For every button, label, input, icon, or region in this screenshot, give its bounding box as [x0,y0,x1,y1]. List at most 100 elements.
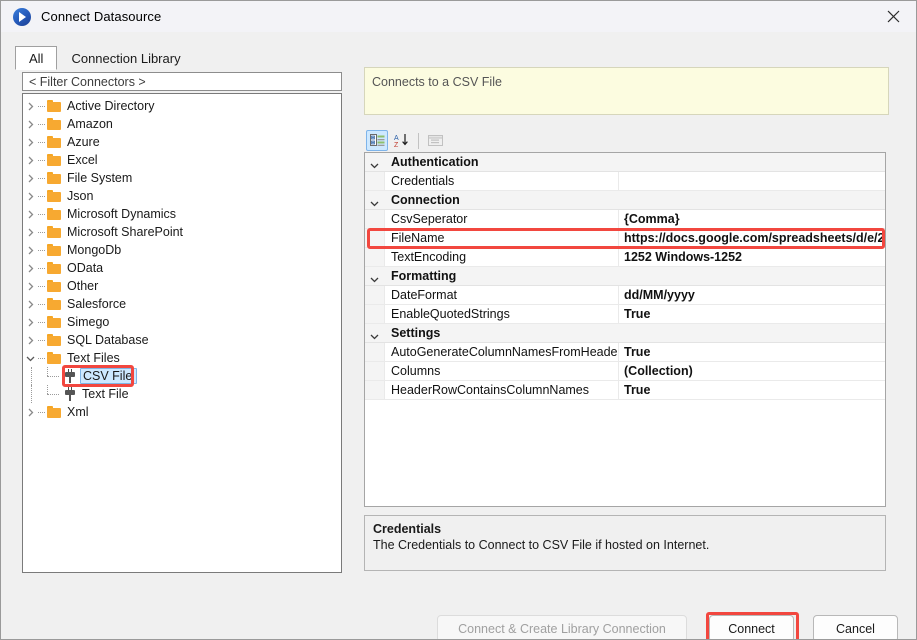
dialog-client-area: All Connection Library < Filter Connecto… [1,32,916,639]
property-name: Columns [385,362,619,380]
tree-node-other[interactable]: Other [23,277,341,295]
chevron-right-icon[interactable] [23,223,38,241]
property-row-dateformat[interactable]: DateFormat dd/MM/yyyy [365,286,885,305]
connect-and-create-library-connection-button[interactable]: Connect & Create Library Connection [437,615,687,639]
folder-icon [47,136,62,148]
chevron-right-icon[interactable] [23,259,38,277]
chevron-right-icon[interactable] [23,115,38,133]
connector-tree[interactable]: Active Directory Amazon Azure Excel File Sys… [22,93,342,573]
tree-node-xml[interactable]: Xml [23,403,341,421]
chevron-right-icon[interactable] [23,205,38,223]
tree-connector-line [38,223,47,241]
chevron-right-icon[interactable] [23,169,38,187]
folder-icon [47,100,62,112]
tree-node-mongodb[interactable]: MongoDb [23,241,341,259]
toolbar-separator [418,132,419,149]
property-grid[interactable]: Authentication Credentials Connection CsvSe… [364,152,886,507]
tree-node-label: SQL Database [67,333,149,347]
tree-node-label: Microsoft Dynamics [67,207,177,221]
tree-node-file-system[interactable]: File System [23,169,341,187]
tree-node-simego[interactable]: Simego [23,313,341,331]
tree-node-microsoft-sharepoint[interactable]: Microsoft SharePoint [23,223,341,241]
chevron-right-icon[interactable] [23,97,38,115]
tree-node-excel[interactable]: Excel [23,151,341,169]
tree-connector-line [38,277,47,295]
property-name: Credentials [385,172,619,190]
property-value[interactable]: (Collection) [619,362,885,380]
categorized-view-button[interactable] [366,130,388,151]
category-name: Settings [391,326,441,340]
folder-icon [47,262,62,274]
tree-node-active-directory[interactable]: Active Directory [23,97,341,115]
tree-node-salesforce[interactable]: Salesforce [23,295,341,313]
property-row-enablequotedstrings[interactable]: EnableQuotedStrings True [365,305,885,324]
property-row-headerrowcontainscolumnnames[interactable]: HeaderRowContainsColumnNames True [365,381,885,400]
property-value[interactable]: 1252 Windows-1252 [619,248,885,266]
chevron-right-icon[interactable] [23,295,38,313]
property-row-textencoding[interactable]: TextEncoding 1252 Windows-1252 [365,248,885,267]
tree-node-label: Azure [67,135,100,149]
property-row-credentials[interactable]: Credentials [365,172,885,191]
cancel-button[interactable]: Cancel [813,615,898,639]
connect-button[interactable]: Connect [706,612,799,639]
tree-node-sql-database[interactable]: SQL Database [23,331,341,349]
tree-node-label: Other [67,279,99,293]
tab-connection-library[interactable]: Connection Library [57,46,194,70]
svg-text:A: A [394,135,399,142]
tree-connector-line [38,331,47,349]
chevron-right-icon[interactable] [23,313,38,331]
property-category-formatting[interactable]: Formatting [365,267,885,286]
property-name: TextEncoding [385,248,619,266]
tree-node-json[interactable]: Json [23,187,341,205]
property-pages-button[interactable] [424,130,446,151]
tree-node-odata[interactable]: OData [23,259,341,277]
chevron-right-icon[interactable] [23,187,38,205]
folder-icon [47,208,62,220]
property-row-filename[interactable]: FileName https://docs.google.com/spreadsh… [365,228,885,249]
category-expander[interactable] [365,324,385,342]
category-expander[interactable] [365,191,385,209]
folder-icon [47,226,62,238]
chevron-right-icon[interactable] [23,403,38,421]
filter-connectors-input[interactable]: < Filter Connectors > [22,72,342,91]
property-category-authentication[interactable]: Authentication [365,153,885,172]
tree-node-csv-file[interactable]: CSV File [23,365,341,387]
chevron-right-icon[interactable] [23,331,38,349]
property-value[interactable] [619,172,885,190]
chevron-right-icon[interactable] [23,277,38,295]
tree-node-microsoft-dynamics[interactable]: Microsoft Dynamics [23,205,341,223]
sort-az-icon: A Z [394,134,408,148]
chevron-right-icon[interactable] [23,133,38,151]
close-button[interactable] [871,1,916,32]
property-row-csvseperator[interactable]: CsvSeperator {Comma} [365,210,885,229]
tree-node-azure[interactable]: Azure [23,133,341,151]
folder-icon [47,334,62,346]
category-expander[interactable] [365,153,385,171]
property-row-autogeneratecolumnnamesfromheaderr[interactable]: AutoGenerateColumnNamesFromHeaderR True [365,343,885,362]
property-category-settings[interactable]: Settings [365,324,885,343]
tree-node-label: CSV File [80,368,138,384]
property-value[interactable]: True [619,381,885,399]
tree-node-amazon[interactable]: Amazon [23,115,341,133]
property-row-columns[interactable]: Columns (Collection) [365,362,885,381]
property-value[interactable]: https://docs.google.com/spreadsheets/d/e… [619,229,885,247]
property-value[interactable]: {Comma} [619,210,885,228]
property-name: DateFormat [385,286,619,304]
property-name: CsvSeperator [385,210,619,228]
chevron-right-icon[interactable] [23,151,38,169]
chevron-right-icon[interactable] [23,241,38,259]
alphabetical-sort-button[interactable]: A Z [390,130,412,151]
tree-connector-line [38,313,47,331]
chevron-down-icon[interactable] [23,349,38,367]
property-value[interactable]: True [619,305,885,323]
property-name: EnableQuotedStrings [385,305,619,323]
property-value[interactable]: dd/MM/yyyy [619,286,885,304]
tree-node-text-file[interactable]: Text File [23,385,341,403]
property-value[interactable]: True [619,343,885,361]
tab-all[interactable]: All [15,46,58,70]
category-expander[interactable] [365,267,385,285]
connector-description-banner: Connects to a CSV File [364,67,889,115]
property-category-connection[interactable]: Connection [365,191,885,210]
tree-node-text-files[interactable]: Text Files [23,349,341,367]
tree-connector-line [38,259,47,277]
